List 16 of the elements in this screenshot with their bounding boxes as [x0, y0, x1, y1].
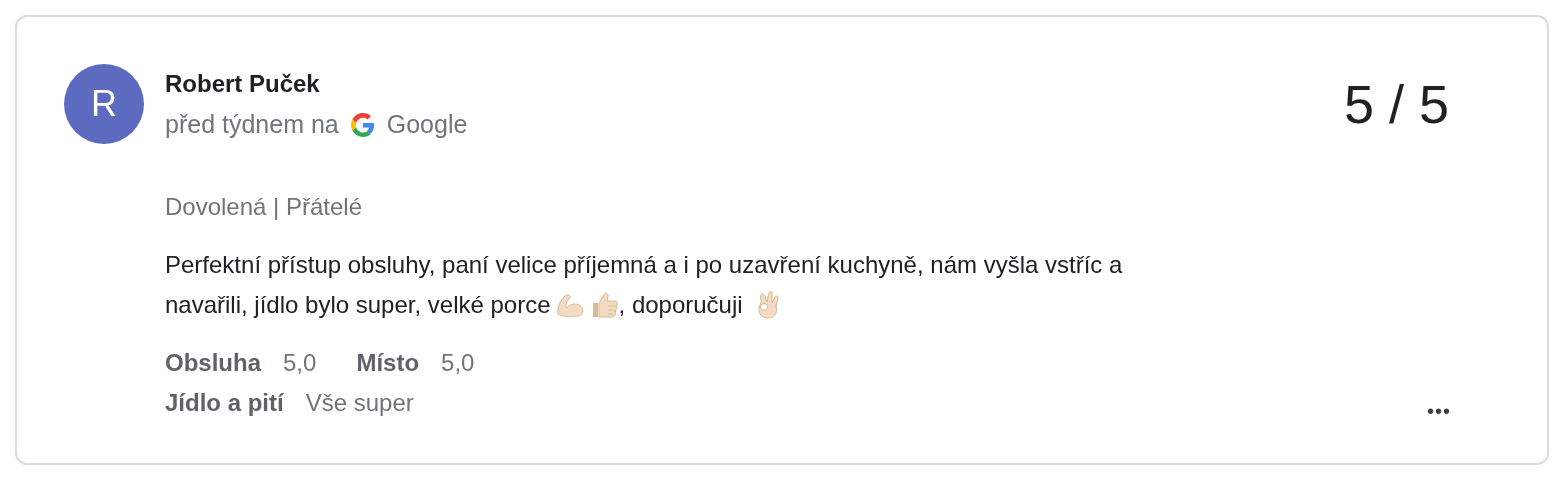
more-options-button[interactable]: •••	[1427, 400, 1451, 423]
trip-tags: Dovolená | Přátelé	[165, 193, 1449, 221]
rating-value: Vše super	[305, 388, 414, 418]
review-score: 5 / 5	[1343, 73, 1449, 136]
rating-value: 5,0	[283, 348, 317, 378]
reviewer-name: Robert Puček	[165, 70, 321, 98]
review-text: , doporučuji	[618, 290, 743, 320]
rating-label: Obsluha	[165, 348, 261, 378]
post-time: před týdnem na	[165, 110, 339, 139]
review-source: Google	[386, 110, 468, 139]
review-text: Perfektní přístup obsluhy, paní velice příjemná a i po uzavření kuchyně, nám vyšla vstříc a	[165, 250, 1123, 280]
rating-label: Místo	[356, 348, 420, 378]
avatar: R	[64, 64, 144, 144]
review-text: navařili, jídlo bylo super, velké porce	[165, 290, 551, 320]
rating-label: Jídlo a pití	[165, 388, 284, 418]
rating-value: 5,0	[441, 348, 475, 378]
